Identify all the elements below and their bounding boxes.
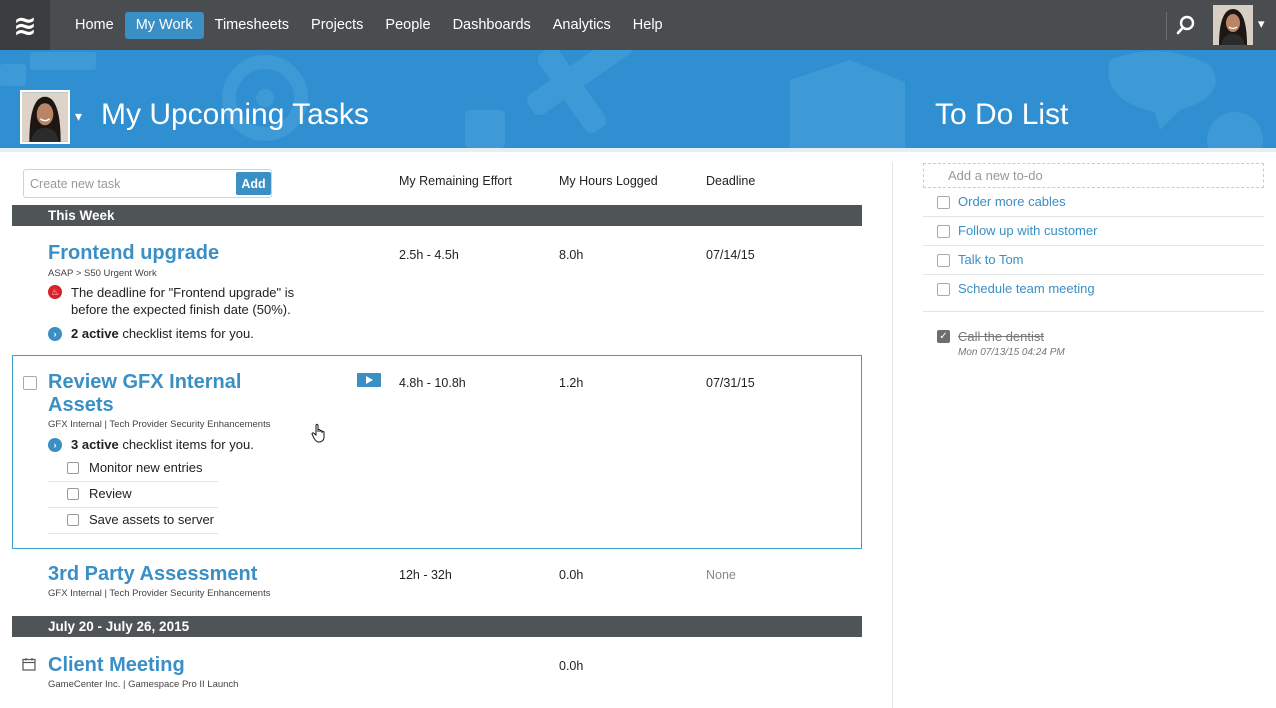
- hand-pointer-cursor-icon: [311, 423, 325, 443]
- column-header-deadline: Deadline: [706, 174, 756, 188]
- todo-completed-divider: [923, 311, 1264, 312]
- deadline-warning-text: The deadline for "Frontend upgrade" is b…: [71, 285, 295, 317]
- checklist-item-label: Save assets to server: [89, 512, 214, 527]
- nav-item-projects[interactable]: Projects: [300, 12, 374, 39]
- top-navigation-bar: ≋ Home My Work Timesheets Projects Peopl…: [0, 0, 1276, 50]
- todo-checkbox[interactable]: [937, 196, 950, 209]
- column-header-remaining-effort: My Remaining Effort: [399, 174, 513, 188]
- user-avatar-large[interactable]: [20, 90, 70, 144]
- hours-logged-value: 8.0h: [559, 248, 584, 262]
- nav-item-people[interactable]: People: [374, 12, 441, 39]
- todo-checkbox[interactable]: [937, 225, 950, 238]
- user-avatar[interactable]: [1213, 5, 1253, 45]
- checklist-count: 3 active: [71, 437, 119, 452]
- checklist-item-checkbox[interactable]: [67, 514, 79, 526]
- todo-list-title: To Do List: [935, 98, 1069, 131]
- remaining-effort-value: 4.8h - 10.8h: [399, 376, 466, 390]
- remaining-effort-value: 12h - 32h: [399, 568, 452, 582]
- checklist-item-label: Review: [89, 486, 132, 501]
- column-header-hours-logged: My Hours Logged: [559, 174, 658, 188]
- task-title-frontend-upgrade[interactable]: Frontend upgrade: [48, 242, 219, 265]
- hours-logged-value: 1.2h: [559, 376, 584, 390]
- section-header-this-week: This Week: [12, 205, 862, 226]
- deadline-value: 07/31/15: [706, 376, 755, 390]
- user-switch-chevron-down-icon[interactable]: ▾: [75, 108, 82, 125]
- task-breadcrumb: GFX Internal | Tech Provider Security En…: [48, 588, 271, 599]
- flame-icon: ♨: [48, 285, 62, 299]
- task-breadcrumb: GFX Internal | Tech Provider Security En…: [48, 419, 271, 430]
- hours-logged-value: 0.0h: [559, 659, 584, 673]
- todo-item[interactable]: Follow up with customer: [923, 217, 1264, 246]
- todo-label[interactable]: Order more cables: [958, 194, 1066, 209]
- task-complete-checkbox[interactable]: [23, 376, 37, 390]
- app-logo-icon[interactable]: ≋: [0, 0, 50, 50]
- user-menu-chevron-down-icon[interactable]: ▾: [1258, 16, 1265, 32]
- checklist-item-checkbox[interactable]: [67, 488, 79, 500]
- checklist-item[interactable]: Monitor new entries: [48, 456, 218, 482]
- checklist-item-label: Monitor new entries: [89, 460, 203, 475]
- deadline-value: 07/14/15: [706, 248, 755, 262]
- todo-label[interactable]: Schedule team meeting: [958, 281, 1095, 296]
- checklist-suffix: checklist items for you.: [118, 326, 254, 341]
- task-breadcrumb: ASAP > S50 Urgent Work: [48, 268, 157, 279]
- nav-divider: [1166, 12, 1167, 40]
- checklist-suffix: checklist items for you.: [118, 437, 254, 452]
- banner-bottom-strip: [0, 148, 1276, 152]
- add-task-button[interactable]: Add: [236, 172, 271, 195]
- nav-item-timesheets[interactable]: Timesheets: [204, 12, 300, 39]
- todo-checkbox[interactable]: [937, 254, 950, 267]
- search-icon[interactable]: [1176, 15, 1196, 35]
- remaining-effort-value: 2.5h - 4.5h: [399, 248, 459, 262]
- checklist-summary[interactable]: 3 active checklist items for you.: [71, 437, 254, 452]
- logo-glyph: ≋: [13, 9, 37, 41]
- chevron-right-icon[interactable]: ›: [48, 327, 62, 341]
- start-timer-play-icon[interactable]: [357, 373, 381, 387]
- deadline-value: None: [706, 568, 736, 582]
- todo-label[interactable]: Follow up with customer: [958, 223, 1097, 238]
- checklist-count: 2 active: [71, 326, 119, 341]
- checklist-item-checkbox[interactable]: [67, 462, 79, 474]
- hours-logged-value: 0.0h: [559, 568, 584, 582]
- nav-menu: Home My Work Timesheets Projects People …: [64, 12, 674, 39]
- todo-label[interactable]: Talk to Tom: [958, 252, 1024, 267]
- nav-item-home[interactable]: Home: [64, 12, 125, 39]
- nav-item-my-work[interactable]: My Work: [124, 12, 204, 39]
- todo-item[interactable]: Schedule team meeting: [923, 275, 1264, 304]
- add-todo-input[interactable]: Add a new to-do: [923, 163, 1264, 188]
- nav-item-dashboards[interactable]: Dashboards: [442, 12, 542, 39]
- section-header-next-week: July 20 - July 26, 2015: [12, 616, 862, 637]
- todo-checkbox[interactable]: [937, 283, 950, 296]
- completed-todo-timestamp: Mon 07/13/15 04:24 PM: [958, 347, 1065, 358]
- completed-todo-label: Call the dentist: [958, 329, 1044, 344]
- task-breadcrumb: GameCenter Inc. | Gamespace Pro II Launc…: [48, 679, 239, 690]
- create-task-input[interactable]: [24, 170, 234, 197]
- chevron-down-icon[interactable]: ›: [48, 438, 62, 452]
- task-title-3rd-party-assessment[interactable]: 3rd Party Assessment: [48, 563, 257, 586]
- todo-checked-checkbox[interactable]: ✓: [937, 330, 950, 343]
- column-divider: [892, 162, 893, 708]
- task-title-review-gfx[interactable]: Review GFX Internal Assets: [48, 371, 308, 417]
- todo-item[interactable]: Order more cables: [923, 188, 1264, 217]
- calendar-icon: [22, 658, 36, 671]
- nav-item-analytics[interactable]: Analytics: [542, 12, 622, 39]
- todo-item[interactable]: Talk to Tom: [923, 246, 1264, 275]
- checklist-summary[interactable]: 2 active checklist items for you.: [71, 326, 254, 341]
- checklist-item[interactable]: Save assets to server: [48, 508, 218, 534]
- checklist-item[interactable]: Review: [48, 482, 218, 508]
- page-banner: ▾ My Upcoming Tasks To Do List: [0, 50, 1276, 148]
- nav-item-help[interactable]: Help: [622, 12, 674, 39]
- page-title: My Upcoming Tasks: [101, 98, 369, 131]
- create-task-form: Add: [23, 169, 272, 198]
- task-title-client-meeting[interactable]: Client Meeting: [48, 654, 185, 677]
